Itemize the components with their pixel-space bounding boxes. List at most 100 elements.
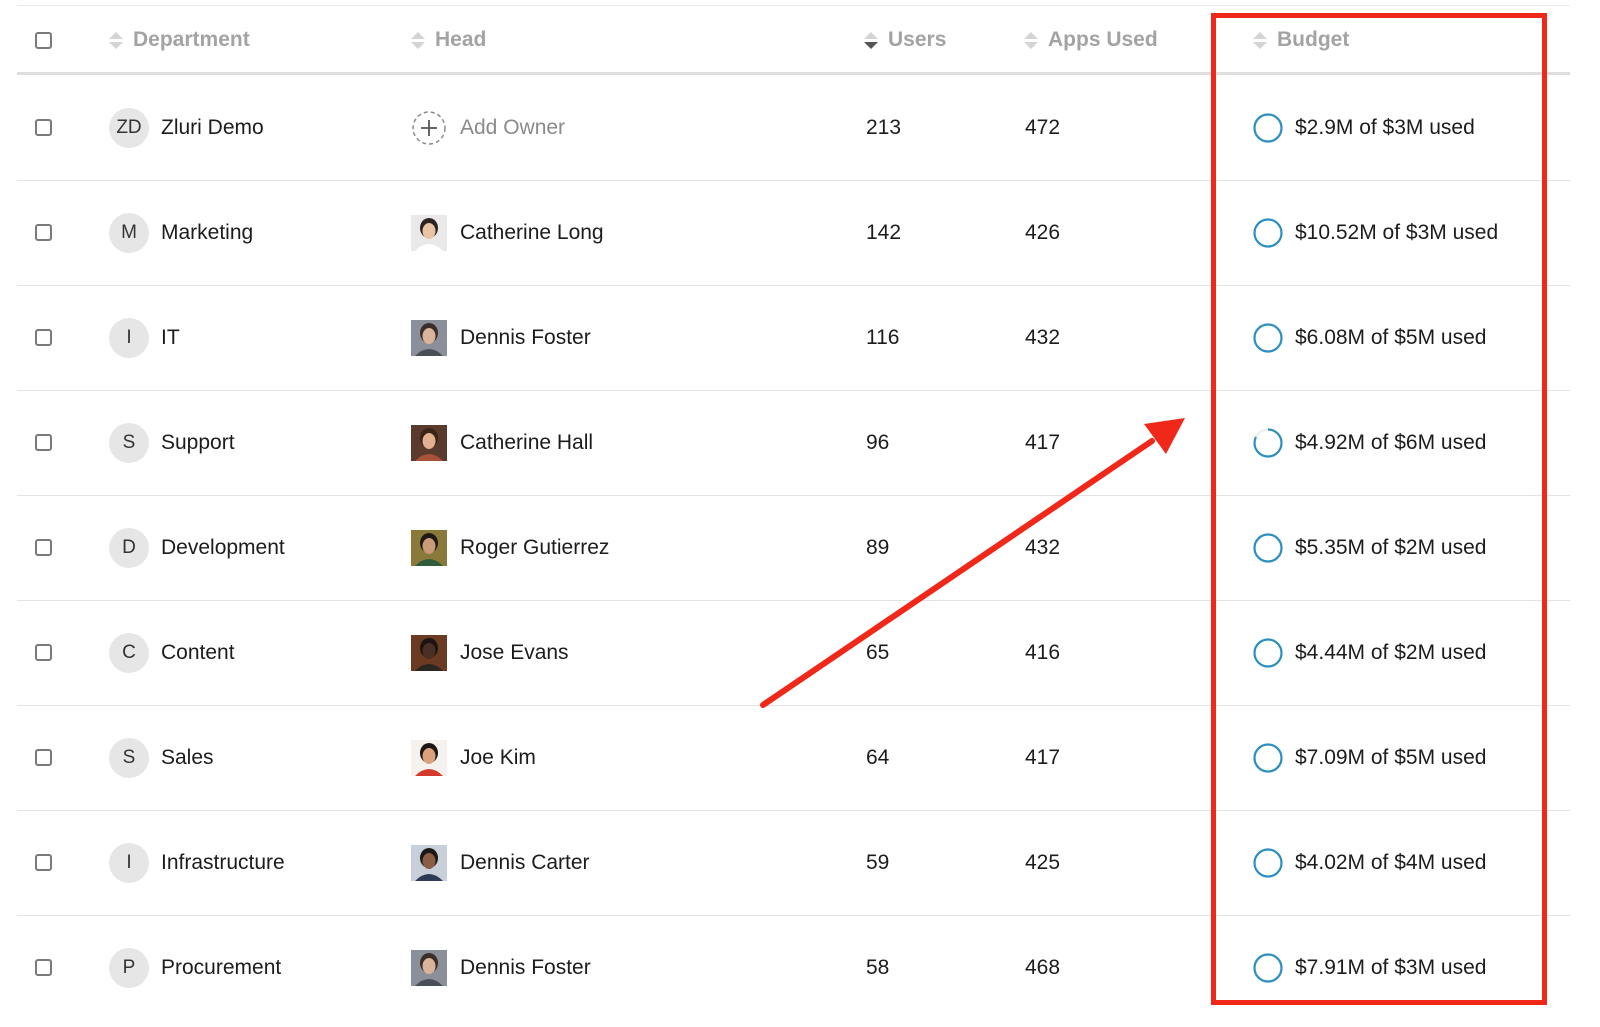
users-cell: 58 xyxy=(866,915,889,1020)
apps-used-count: 417 xyxy=(1025,430,1061,454)
apps-used-count: 472 xyxy=(1025,115,1061,139)
head-cell: Dennis Foster xyxy=(411,915,591,1020)
head-name[interactable]: Dennis Carter xyxy=(460,851,590,875)
head-cell: Roger Gutierrez xyxy=(411,495,609,600)
users-count: 96 xyxy=(866,430,890,454)
users-count: 65 xyxy=(866,640,890,664)
row-checkbox-cell xyxy=(35,75,52,180)
department-initials-avatar: C xyxy=(109,632,149,673)
head-name[interactable]: Dennis Foster xyxy=(460,956,591,980)
apps-used-cell: 468 xyxy=(1025,915,1060,1020)
row-checkbox[interactable] xyxy=(35,329,52,346)
row-checkbox-cell xyxy=(35,390,52,495)
head-avatar xyxy=(411,529,447,566)
row-checkbox-cell xyxy=(35,915,52,1020)
users-cell: 142 xyxy=(866,180,901,285)
head-cell: Catherine Long xyxy=(411,180,604,285)
row-checkbox-cell xyxy=(35,705,52,810)
row-checkbox[interactable] xyxy=(35,644,52,661)
users-count: 59 xyxy=(866,850,890,874)
apps-used-count: 426 xyxy=(1025,220,1061,244)
apps-used-count: 417 xyxy=(1025,745,1061,769)
head-avatar xyxy=(411,424,447,461)
department-cell: S Sales xyxy=(109,705,214,810)
head-name[interactable]: Roger Gutierrez xyxy=(460,536,609,560)
users-cell: 89 xyxy=(866,495,889,600)
add-owner-button[interactable]: Add Owner xyxy=(411,75,565,180)
apps-used-count: 425 xyxy=(1025,850,1061,874)
head-name[interactable]: Jose Evans xyxy=(460,641,569,665)
department-cell: ZD Zluri Demo xyxy=(109,75,264,180)
column-label: Users xyxy=(888,28,947,51)
row-checkbox-cell xyxy=(35,180,52,285)
department-name[interactable]: Development xyxy=(161,536,285,560)
row-checkbox[interactable] xyxy=(35,749,52,766)
department-initials-avatar: I xyxy=(109,842,149,883)
department-name[interactable]: Support xyxy=(161,431,235,455)
department-name[interactable]: Zluri Demo xyxy=(161,116,264,140)
department-cell: I IT xyxy=(109,285,180,390)
department-name[interactable]: Content xyxy=(161,641,235,665)
users-cell: 96 xyxy=(866,390,889,495)
department-cell: I Infrastructure xyxy=(109,810,285,915)
users-cell: 116 xyxy=(866,285,899,390)
head-name[interactable]: Dennis Foster xyxy=(460,326,591,350)
column-header-head[interactable]: Head xyxy=(411,8,486,72)
head-avatar xyxy=(411,739,447,776)
row-checkbox[interactable] xyxy=(35,434,52,451)
head-name[interactable]: Catherine Hall xyxy=(460,431,593,455)
head-cell: Joe Kim xyxy=(411,705,536,810)
column-header-apps-used[interactable]: Apps Used xyxy=(1024,8,1158,72)
head-cell: Dennis Foster xyxy=(411,285,591,390)
department-initials-avatar: ZD xyxy=(109,107,149,148)
department-initials-avatar: P xyxy=(109,947,149,988)
select-all-cell xyxy=(35,8,52,72)
row-checkbox[interactable] xyxy=(35,539,52,556)
add-owner-icon[interactable] xyxy=(411,110,447,146)
head-avatar xyxy=(411,844,447,881)
apps-used-count: 416 xyxy=(1025,640,1061,664)
users-cell: 59 xyxy=(866,810,889,915)
column-header-department[interactable]: Department xyxy=(109,8,250,72)
department-cell: P Procurement xyxy=(109,915,281,1020)
department-name[interactable]: Marketing xyxy=(161,221,253,245)
department-name[interactable]: Procurement xyxy=(161,956,281,980)
sort-descending-icon[interactable] xyxy=(864,31,878,49)
apps-used-cell: 417 xyxy=(1025,705,1060,810)
sort-icon[interactable] xyxy=(411,31,425,49)
head-cell: Catherine Hall xyxy=(411,390,593,495)
apps-used-cell: 416 xyxy=(1025,600,1060,705)
apps-used-cell: 432 xyxy=(1025,495,1060,600)
row-checkbox[interactable] xyxy=(35,854,52,871)
head-cell: Jose Evans xyxy=(411,600,569,705)
row-checkbox[interactable] xyxy=(35,959,52,976)
row-checkbox-cell xyxy=(35,495,52,600)
department-cell: M Marketing xyxy=(109,180,253,285)
department-name[interactable]: Sales xyxy=(161,746,214,770)
users-count: 142 xyxy=(866,220,902,244)
apps-used-cell: 432 xyxy=(1025,285,1060,390)
users-count: 213 xyxy=(866,115,902,139)
department-name[interactable]: Infrastructure xyxy=(161,851,285,875)
department-initials-avatar: S xyxy=(109,422,149,463)
budget-column-highlight-box xyxy=(1211,13,1547,1005)
row-checkbox[interactable] xyxy=(35,224,52,241)
sort-icon[interactable] xyxy=(109,31,123,49)
apps-used-cell: 425 xyxy=(1025,810,1060,915)
head-name[interactable]: Catherine Long xyxy=(460,221,604,245)
head-cell: Dennis Carter xyxy=(411,810,590,915)
head-avatar xyxy=(411,634,447,671)
column-label: Department xyxy=(133,28,250,51)
select-all-checkbox[interactable] xyxy=(35,31,52,49)
sort-icon[interactable] xyxy=(1024,31,1038,49)
department-cell: S Support xyxy=(109,390,235,495)
row-checkbox[interactable] xyxy=(35,119,52,136)
row-checkbox-cell xyxy=(35,810,52,915)
head-name[interactable]: Joe Kim xyxy=(460,746,536,770)
row-checkbox-cell xyxy=(35,600,52,705)
apps-used-count: 468 xyxy=(1025,955,1061,979)
apps-used-cell: 426 xyxy=(1025,180,1060,285)
users-count: 89 xyxy=(866,535,890,559)
column-header-users[interactable]: Users xyxy=(864,8,946,72)
department-name[interactable]: IT xyxy=(161,326,180,350)
